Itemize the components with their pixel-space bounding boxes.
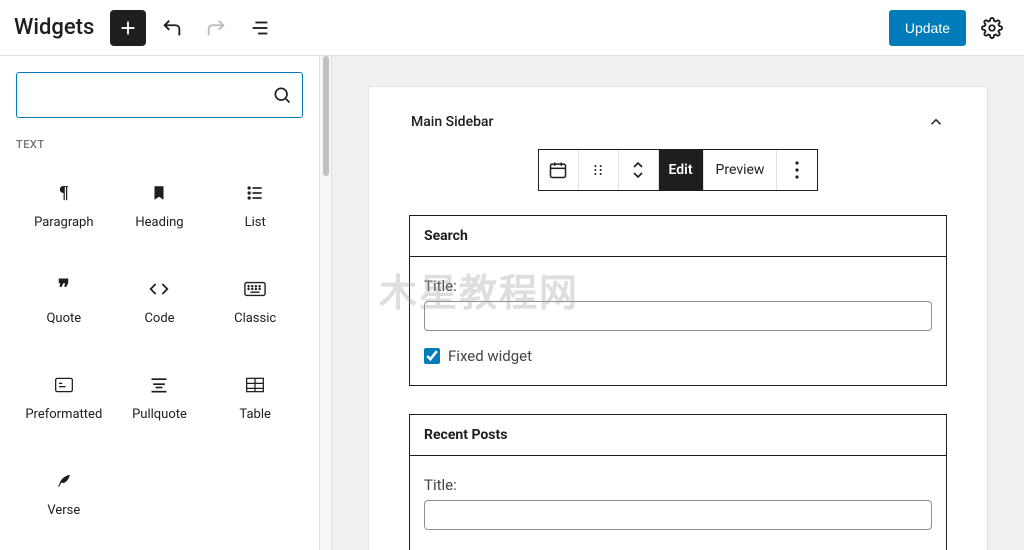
more-options-button[interactable] [777, 150, 817, 190]
list-view-icon [249, 17, 271, 39]
block-pullquote[interactable]: Pullquote [112, 349, 208, 445]
search-title-label: Title: [424, 277, 932, 295]
block-preformatted[interactable]: Preformatted [16, 349, 112, 445]
recent-title-label: Title: [424, 476, 932, 494]
redo-button[interactable] [198, 10, 234, 46]
block-label: List [245, 215, 266, 230]
block-label: Classic [234, 311, 276, 326]
update-button[interactable]: Update [889, 10, 966, 46]
block-search-field[interactable] [27, 87, 272, 103]
top-toolbar: Widgets Update [0, 0, 1024, 56]
page-title: Widgets [14, 15, 94, 40]
chevron-up-down-icon [631, 159, 645, 181]
widget-heading: Recent Posts [410, 415, 946, 456]
fixed-widget-row[interactable]: Fixed widget [424, 347, 932, 365]
block-label: Preformatted [25, 407, 102, 422]
table-icon [245, 373, 265, 397]
block-inserter-panel: TEXT ¶ Paragraph Heading List ❞ Quote Co… [0, 56, 320, 550]
widget-recent-posts: Recent Posts Title: Number of posts to s… [409, 414, 947, 550]
block-search-input[interactable] [16, 72, 303, 118]
block-heading[interactable]: Heading [112, 157, 208, 253]
block-table[interactable]: Table [207, 349, 303, 445]
quote-icon: ❞ [58, 277, 70, 301]
undo-icon [161, 17, 183, 39]
block-code[interactable]: Code [112, 253, 208, 349]
block-type-button[interactable] [539, 150, 579, 190]
block-label: Pullquote [132, 407, 187, 422]
plus-icon [117, 17, 139, 39]
block-verse[interactable]: Verse [16, 445, 112, 541]
add-block-button[interactable] [110, 10, 146, 46]
widget-area-title: Main Sidebar [411, 114, 493, 130]
widget-area-surface: 木星教程网 Main Sidebar [368, 86, 988, 550]
code-icon [149, 277, 169, 301]
block-label: Heading [135, 215, 183, 230]
search-icon [272, 85, 292, 105]
section-label-text: TEXT [16, 138, 303, 151]
paragraph-icon: ¶ [59, 181, 69, 205]
kebab-icon [795, 161, 799, 179]
calendar-icon [548, 160, 568, 180]
list-view-button[interactable] [242, 10, 278, 46]
settings-button[interactable] [974, 10, 1010, 46]
drag-handle[interactable] [579, 150, 619, 190]
edit-tab[interactable]: Edit [659, 150, 704, 190]
scrollbar-thumb[interactable] [323, 56, 329, 176]
chevron-up-icon [927, 113, 945, 131]
block-label: Table [239, 407, 270, 422]
block-quote[interactable]: ❞ Quote [16, 253, 112, 349]
block-list[interactable]: List [207, 157, 303, 253]
recent-title-input[interactable] [424, 500, 932, 530]
block-label: Paragraph [34, 215, 93, 230]
block-label: Verse [47, 503, 80, 518]
block-label: Quote [46, 311, 81, 326]
drag-icon [590, 162, 606, 178]
widget-heading: Search [410, 216, 946, 257]
block-label: Code [144, 311, 174, 326]
block-paragraph[interactable]: ¶ Paragraph [16, 157, 112, 253]
list-icon [245, 181, 265, 205]
block-classic[interactable]: Classic [207, 253, 303, 349]
fixed-widget-label: Fixed widget [448, 347, 532, 365]
redo-icon [205, 17, 227, 39]
block-grid: ¶ Paragraph Heading List ❞ Quote Code [16, 157, 303, 541]
fixed-widget-checkbox[interactable] [424, 348, 440, 364]
move-buttons[interactable] [619, 150, 659, 190]
pullquote-icon [149, 373, 169, 397]
undo-button[interactable] [154, 10, 190, 46]
preview-tab[interactable]: Preview [704, 150, 778, 190]
gear-icon [981, 17, 1003, 39]
search-title-input[interactable] [424, 301, 932, 331]
preformatted-icon [54, 373, 74, 397]
feather-icon [55, 469, 73, 493]
inserter-scrollbar[interactable] [320, 56, 332, 550]
keyboard-icon [244, 277, 266, 301]
widget-search: Search Title: Fixed widget [409, 215, 947, 386]
block-toolbar: Edit Preview [409, 149, 947, 191]
editor-canvas: 木星教程网 Main Sidebar [332, 56, 1024, 550]
bookmark-icon [150, 181, 168, 205]
collapse-area-button[interactable] [927, 113, 945, 131]
